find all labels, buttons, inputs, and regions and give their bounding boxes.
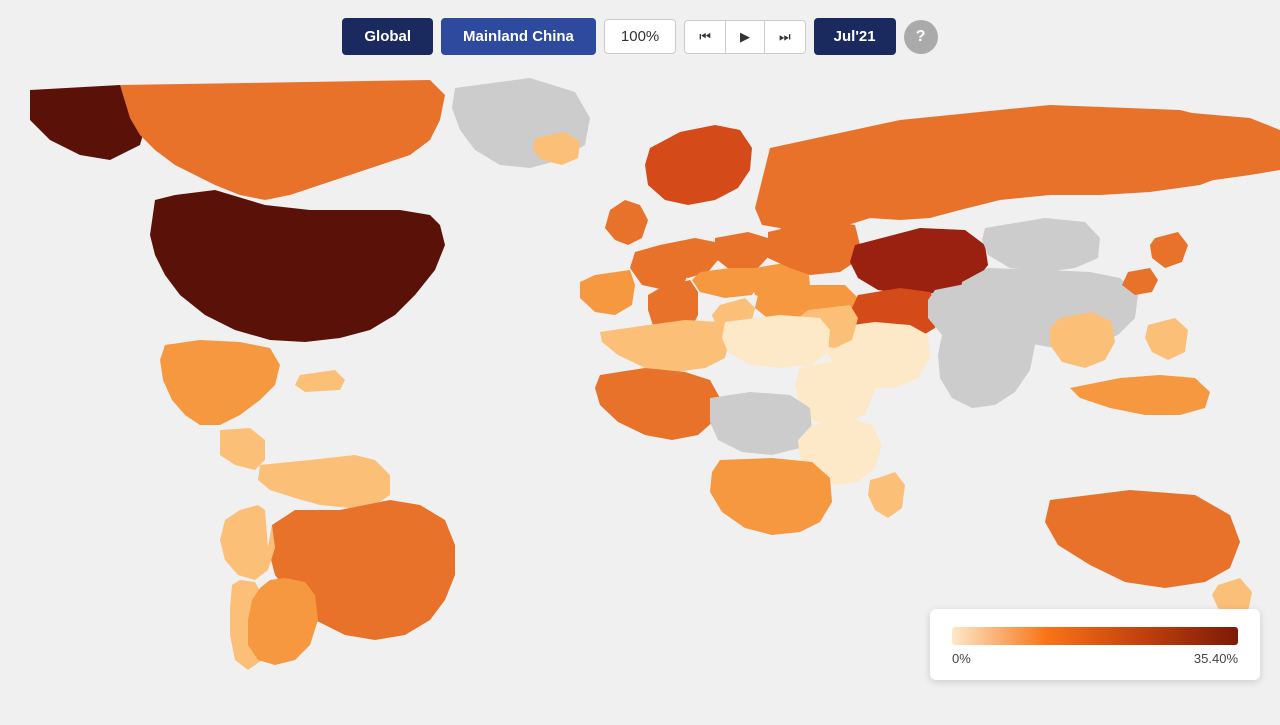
toolbar: Global Mainland China 100% ⏮ ▶ ⏭ Jul'21 …	[0, 18, 1280, 55]
zoom-level: 100%	[604, 19, 676, 54]
play-button[interactable]: ▶	[726, 21, 765, 53]
help-button[interactable]: ?	[904, 20, 938, 54]
legend-panel: 0% 35.40%	[930, 609, 1260, 680]
legend-gradient	[952, 627, 1238, 645]
playback-controls: ⏮ ▶ ⏭	[684, 20, 805, 54]
rewind-button[interactable]: ⏮	[685, 21, 726, 53]
global-tab[interactable]: Global	[342, 18, 433, 55]
forward-button[interactable]: ⏭	[765, 21, 805, 53]
legend-max: 35.40%	[1194, 651, 1238, 666]
mainland-china-tab[interactable]: Mainland China	[441, 18, 596, 55]
legend-min: 0%	[952, 651, 971, 666]
legend-labels: 0% 35.40%	[952, 651, 1238, 666]
date-button[interactable]: Jul'21	[814, 18, 896, 55]
